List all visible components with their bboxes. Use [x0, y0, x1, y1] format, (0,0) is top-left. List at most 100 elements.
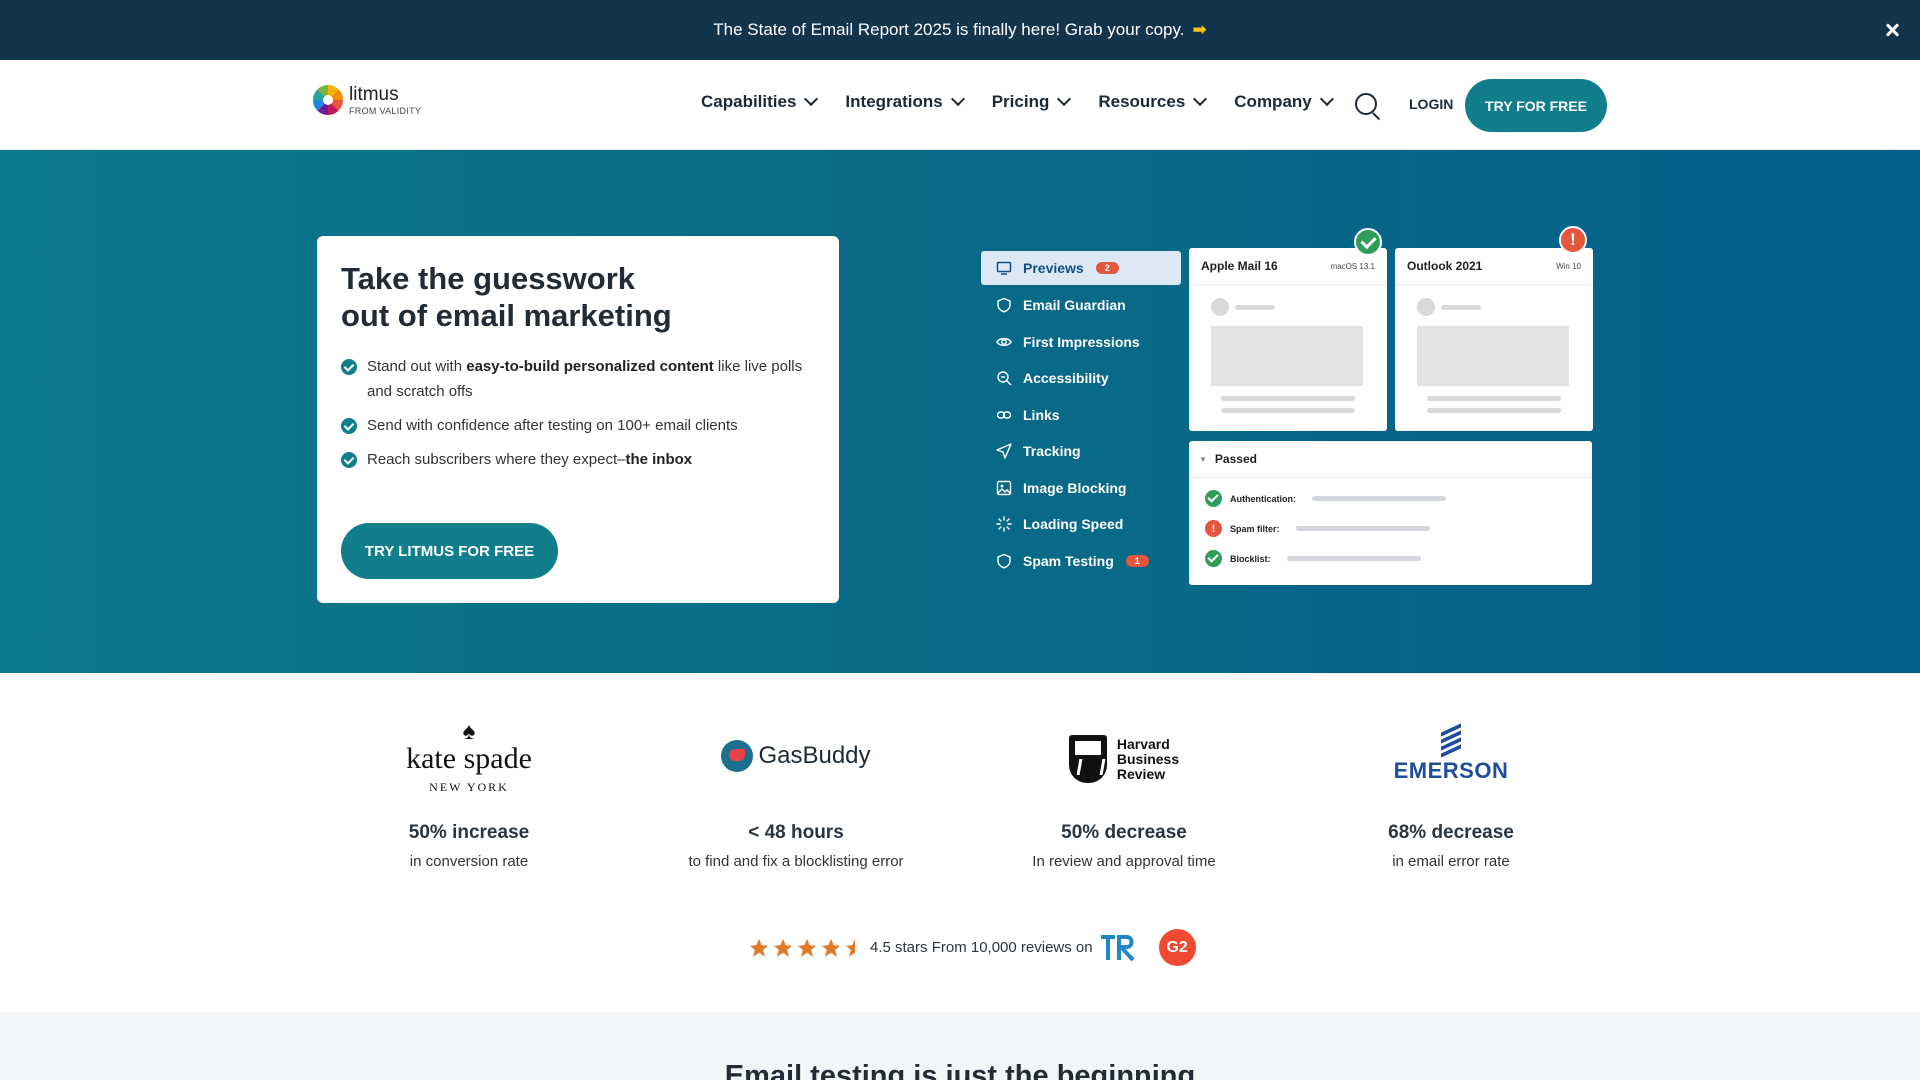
sidebar-item-label: Image Blocking	[1023, 479, 1127, 496]
image-icon	[995, 479, 1013, 497]
rating-text: 4.5 stars From 10,000 reviews on	[870, 939, 1093, 956]
sidebar-item-spam-testing[interactable]: Spam Testing 1	[981, 543, 1181, 580]
eye-icon	[995, 333, 1013, 351]
section-title: Email testing is just the beginning	[724, 1060, 1196, 1080]
checks-header-label: Passed	[1214, 452, 1257, 466]
preview-card-apple-mail[interactable]: Apple Mail 16 macOS 13.1	[1189, 248, 1387, 431]
half-star-icon	[845, 938, 855, 957]
sidebar-item-label: Loading Speed	[1023, 516, 1124, 533]
link-icon	[995, 406, 1013, 424]
stat-value: 50% decrease	[1061, 822, 1187, 843]
preview-card-outlook[interactable]: Outlook 2021 Win 10	[1395, 248, 1593, 431]
check-label: Authentication:	[1230, 493, 1296, 504]
hero-title-line2: out of email marketing	[341, 298, 672, 333]
sidebar-item-image-blocking[interactable]: Image Blocking	[981, 470, 1181, 507]
try-for-free-button[interactable]: TRY FOR FREE	[1465, 79, 1607, 132]
sidebar-item-label: Email Guardian	[1023, 297, 1126, 314]
list-item: Reach subscribers where they expect–the …	[341, 447, 815, 472]
chevron-down-icon	[1193, 91, 1208, 107]
check-circle-icon	[341, 418, 357, 434]
litmus-logo[interactable]: litmus FROM VALIDITY	[312, 84, 421, 116]
paper-plane-icon	[995, 442, 1013, 460]
monitor-icon	[995, 259, 1013, 277]
nav-item-resources[interactable]: Resources	[1098, 91, 1208, 112]
next-section: Email testing is just the beginning	[0, 1012, 1920, 1080]
check-label: Spam filter:	[1230, 523, 1280, 534]
check-circle-icon	[341, 452, 357, 468]
sidebar-item-loading-speed[interactable]: Loading Speed	[981, 506, 1181, 543]
nav-item-capabilities[interactable]: Capabilities	[701, 91, 819, 112]
rating-row: 4.5 stars From 10,000 reviews on G2	[748, 929, 1196, 966]
check-label: Blocklist:	[1230, 553, 1271, 564]
nav-label: Capabilities	[701, 92, 797, 111]
announcement-text[interactable]: The State of Email Report 2025 is finall…	[713, 20, 1184, 40]
preview-client-os: Win 10	[1556, 261, 1581, 271]
check-row-spam-filter: ! Spam filter:	[1205, 520, 1430, 537]
check-circle-icon	[341, 359, 357, 375]
logo-sub: FROM VALIDITY	[349, 105, 422, 116]
check-row-blocklist: Blocklist:	[1205, 550, 1421, 567]
warning-icon: !	[1559, 226, 1587, 254]
sidebar-item-links[interactable]: Links	[981, 397, 1181, 434]
nav-menu: Capabilities Integrations Pricing Resour…	[701, 91, 1361, 112]
sidebar-item-accessibility[interactable]: Accessibility	[981, 360, 1181, 397]
checks-header[interactable]: ▼ Passed	[1189, 441, 1592, 478]
main-nav: litmus FROM VALIDITY Capabilities Integr…	[0, 60, 1920, 150]
gasbuddy-logo: GasBuddy	[646, 740, 946, 772]
star-icon	[797, 938, 817, 957]
check-circle-icon	[1205, 490, 1222, 507]
emerson-mark-icon	[1439, 722, 1463, 758]
stat-desc: in email error rate	[1392, 853, 1510, 870]
sidebar-item-first-impressions[interactable]: First Impressions	[981, 324, 1181, 361]
check-row-authentication: Authentication:	[1205, 490, 1446, 507]
hero-title-line1: Take the guesswork	[341, 261, 636, 296]
preview-client-name: Outlook 2021	[1407, 259, 1483, 273]
nav-item-integrations[interactable]: Integrations	[845, 91, 965, 112]
stat-value: 68% decrease	[1388, 822, 1514, 843]
search-icon[interactable]	[1354, 92, 1382, 121]
sidebar-item-label: Links	[1023, 406, 1060, 423]
hero-card: Take the guesswork out of email marketin…	[317, 236, 839, 603]
hbr-logo: Harvard Business Review	[974, 735, 1274, 783]
g2-logo-icon[interactable]: G2	[1158, 929, 1196, 966]
sidebar-item-label: Previews	[1023, 260, 1084, 276]
gasbuddy-icon	[721, 740, 754, 772]
sidebar-item-label: Accessibility	[1023, 370, 1109, 387]
product-sidebar: Previews 2 Email Guardian First Impressi…	[981, 251, 1181, 579]
sidebar-item-label: First Impressions	[1023, 333, 1140, 350]
shield-icon	[995, 552, 1013, 570]
preview-client-os: macOS 13.1	[1330, 261, 1375, 271]
count-badge: 1	[1125, 554, 1149, 567]
logo-brand: litmus	[349, 83, 399, 105]
star-icon	[773, 938, 793, 957]
hero-section	[0, 150, 1920, 673]
chevron-down-icon	[950, 91, 965, 107]
arrow-right-icon[interactable]: ➡	[1192, 20, 1206, 40]
stat-desc: to find and fix a blocklisting error	[688, 853, 904, 870]
announcement-bar[interactable]: The State of Email Report 2025 is finall…	[0, 0, 1920, 60]
trustradius-logo-icon[interactable]	[1099, 934, 1139, 962]
list-item: Stand out with easy-to-build personalize…	[341, 354, 815, 404]
nav-item-pricing[interactable]: Pricing	[992, 91, 1072, 112]
star-icon	[749, 938, 769, 957]
login-link[interactable]: LOGIN	[1409, 96, 1453, 112]
sidebar-item-label: Tracking	[1023, 443, 1081, 460]
list-item: Send with confidence after testing on 10…	[341, 413, 815, 438]
stat-value: < 48 hours	[748, 822, 844, 843]
warning-icon: !	[1205, 520, 1222, 537]
try-litmus-button[interactable]: TRY LITMUS FOR FREE	[341, 523, 558, 579]
spinner-icon	[995, 515, 1013, 533]
nav-item-company[interactable]: Company	[1234, 91, 1334, 112]
sidebar-item-email-guardian[interactable]: Email Guardian	[981, 287, 1181, 324]
hero-title: Take the guesswork out of email marketin…	[341, 260, 815, 334]
shield-icon	[995, 296, 1013, 314]
preview-client-name: Apple Mail 16	[1201, 259, 1278, 273]
sidebar-item-label: Spam Testing	[1023, 552, 1114, 569]
close-icon[interactable]	[1882, 20, 1902, 40]
harvard-shield-icon	[1068, 735, 1107, 783]
sidebar-item-previews[interactable]: Previews 2	[981, 251, 1181, 285]
kate-spade-logo: ♠ kate spade NEW YORK	[319, 720, 619, 795]
checks-panel: ▼ Passed Authentication: ! Spam filter: …	[1189, 441, 1592, 585]
stat-value: 50% increase	[408, 822, 530, 843]
sidebar-item-tracking[interactable]: Tracking	[981, 433, 1181, 470]
